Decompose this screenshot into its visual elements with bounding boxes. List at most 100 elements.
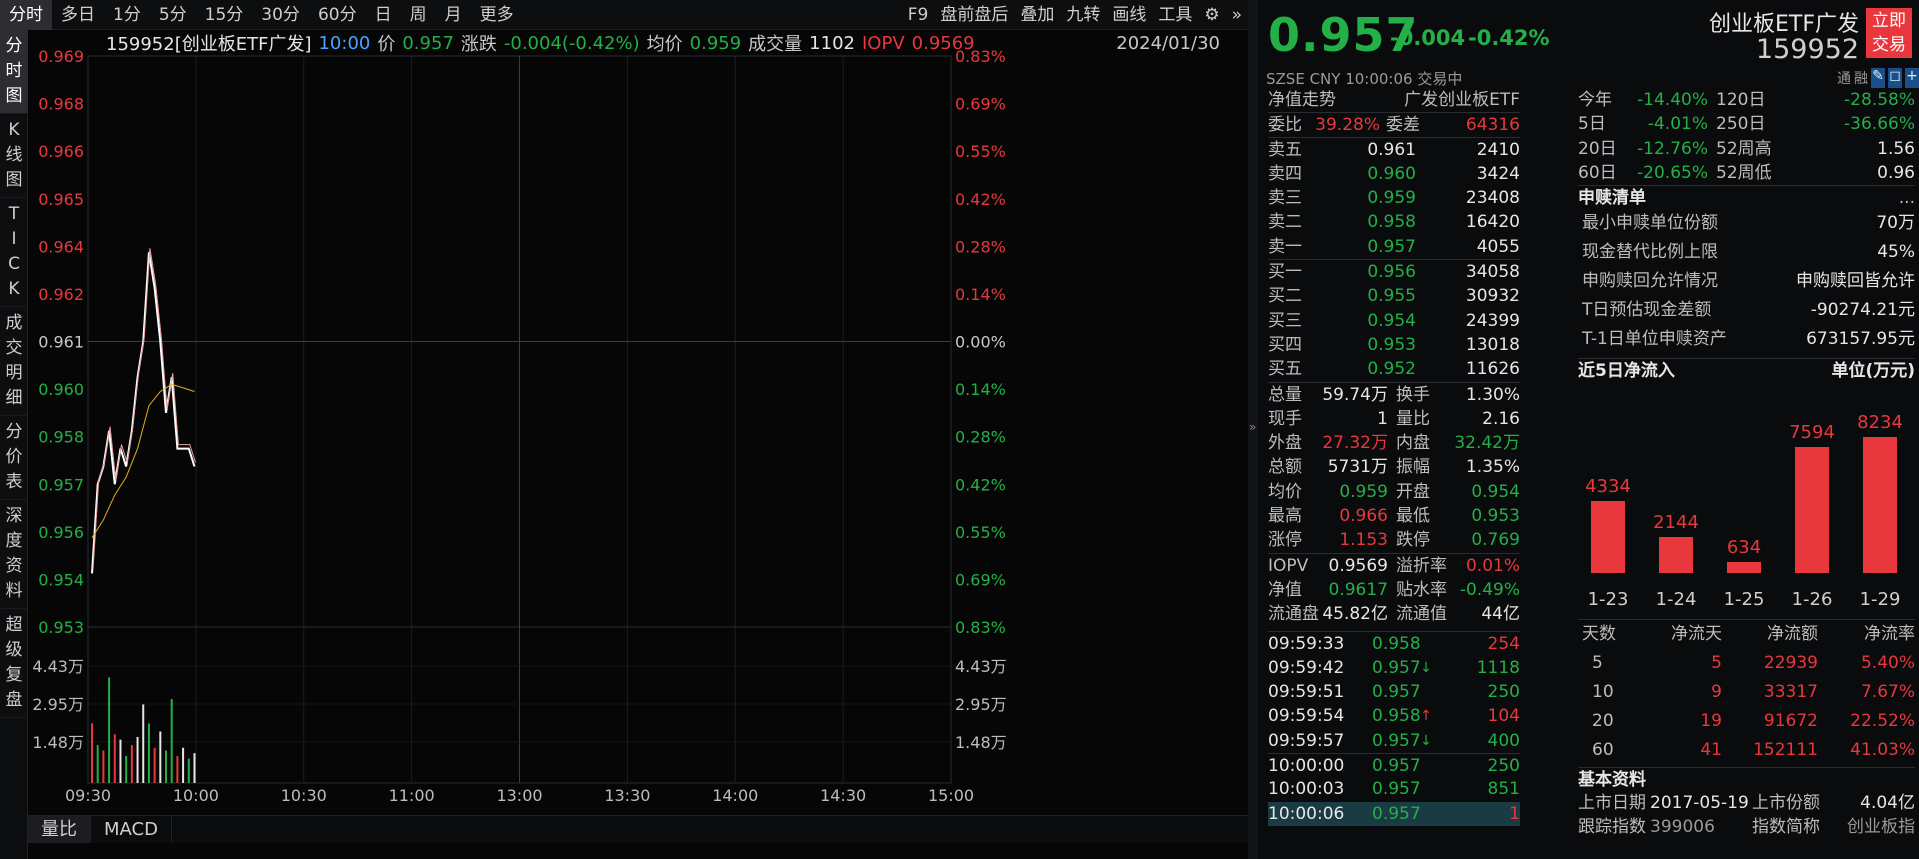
asks-volume: 16420 bbox=[1465, 212, 1520, 233]
tab-period-10[interactable]: 更多 bbox=[471, 0, 523, 30]
nav-header[interactable]: 净值走势 广发创业板ETF bbox=[1268, 88, 1520, 112]
inflow-day-label: 1-25 bbox=[1723, 588, 1765, 610]
tab-tool-3[interactable]: 九转 bbox=[1060, 0, 1106, 30]
sg-label: T-1日单位申赎资产 bbox=[1582, 329, 1727, 350]
flow-net-amount: 22939 bbox=[1763, 652, 1818, 673]
tick-price: 0.957 bbox=[1372, 803, 1421, 824]
perf-label: 20日 bbox=[1578, 138, 1617, 159]
x-tick: 10:30 bbox=[281, 786, 327, 805]
y-tick-left: 0.954 bbox=[38, 570, 84, 589]
tab-period-9[interactable]: 月 bbox=[436, 0, 471, 30]
tab-period-1[interactable]: 多日 bbox=[52, 0, 104, 30]
tab-tool-5[interactable]: 工具 bbox=[1152, 0, 1198, 30]
bids-label: 买四 bbox=[1268, 334, 1302, 355]
flow-net-amount: 152111 bbox=[1753, 739, 1818, 760]
left-nav-0[interactable]: 分时图 bbox=[0, 30, 28, 114]
indicator-tab-1[interactable]: MACD bbox=[91, 816, 172, 843]
collapse-arrow-icon[interactable]: » bbox=[1249, 420, 1256, 434]
intraday-chart: 159952[创业板ETF广发] 10:00 价 0.957 涨跌 -0.004… bbox=[28, 30, 1248, 815]
tab-tool-2[interactable]: 叠加 bbox=[1014, 0, 1060, 30]
flow-net-days: 5 bbox=[1711, 652, 1722, 673]
sg-value: 申购赎回皆允许 bbox=[1796, 271, 1915, 292]
tick-row[interactable]: 10:00:06 0.957 1 bbox=[1268, 801, 1520, 826]
volume-bar bbox=[119, 739, 122, 783]
tick-row[interactable]: 10:00:00 0.957 250 bbox=[1268, 753, 1520, 777]
y-tick-right: 0.14% bbox=[955, 285, 1006, 304]
tab-period-3[interactable]: 5分 bbox=[150, 0, 196, 30]
volume-bar bbox=[96, 745, 99, 783]
trade-now-button[interactable]: 立即交易 bbox=[1866, 8, 1912, 58]
bids-row[interactable]: 买五 0.952 11626 bbox=[1268, 357, 1520, 381]
sg-more-button[interactable]: ... bbox=[1899, 186, 1915, 209]
bids-row[interactable]: 买三 0.954 24399 bbox=[1268, 309, 1520, 333]
list-shares-label: 上市份额 bbox=[1752, 793, 1820, 814]
x-tick: 14:30 bbox=[820, 786, 866, 805]
left-nav-char: 复 bbox=[5, 665, 23, 685]
tab-period-0[interactable]: 分时 bbox=[0, 0, 52, 30]
left-nav-4[interactable]: 分价表 bbox=[0, 416, 28, 500]
perf-value: -28.58% bbox=[1844, 90, 1915, 110]
price-volume-plot[interactable]: 0.969 0.83% 0.968 0.69% 0.966 0.55% 0.965 0.42%… bbox=[28, 30, 1248, 815]
bids-row[interactable]: 买一 0.956 34058 bbox=[1268, 260, 1520, 284]
asks-row[interactable]: 卖三 0.959 23408 bbox=[1268, 186, 1520, 210]
tab-tool-1[interactable]: 盘前盘后 bbox=[934, 0, 1014, 30]
tick-row[interactable]: 09:59:54 0.958 ↑ 104 bbox=[1268, 704, 1520, 728]
fund-info: 今年 -14.40% 120日 -28.58% 5日 -4.01% 250日 -36.66% 2… bbox=[1578, 88, 1915, 840]
tick-row[interactable]: 10:00:03 0.957 851 bbox=[1268, 777, 1520, 801]
inflow-bar bbox=[1659, 537, 1693, 573]
add-icon[interactable]: + bbox=[1905, 68, 1919, 88]
tick-row[interactable]: 09:59:51 0.957 250 bbox=[1268, 680, 1520, 704]
edit-icon[interactable]: ✎ bbox=[1871, 68, 1885, 88]
tab-period-7[interactable]: 日 bbox=[366, 0, 401, 30]
left-nav-3[interactable]: 成交明细 bbox=[0, 307, 28, 416]
bids-row[interactable]: 买四 0.953 13018 bbox=[1268, 333, 1520, 357]
left-nav-6[interactable]: 超级复盘 bbox=[0, 609, 28, 718]
tick-row[interactable]: 09:59:57 0.957 ↓ 400 bbox=[1268, 729, 1520, 753]
list-date-label: 上市日期 bbox=[1578, 793, 1646, 814]
y-tick-right: 0.00% bbox=[955, 333, 1006, 352]
left-nav-char: C bbox=[8, 254, 20, 274]
flow-table-col-header: 天数 bbox=[1582, 623, 1616, 644]
tab-tool-4[interactable]: 画线 bbox=[1106, 0, 1152, 30]
indicator-tab-0[interactable]: 量比 bbox=[28, 816, 91, 843]
bids-label: 买一 bbox=[1268, 262, 1302, 283]
tab-period-8[interactable]: 周 bbox=[401, 0, 436, 30]
left-nav-1[interactable]: K线图 bbox=[0, 114, 28, 198]
tick-row[interactable]: 09:59:42 0.957 ↓ 1118 bbox=[1268, 656, 1520, 680]
stat-label: 量比 bbox=[1396, 408, 1430, 429]
left-nav-5[interactable]: 深度资料 bbox=[0, 500, 28, 609]
stat-label: 总额 bbox=[1268, 457, 1302, 478]
panel-divider[interactable]: » bbox=[1248, 0, 1258, 859]
tab-period-6[interactable]: 60分 bbox=[309, 0, 366, 30]
sg-header[interactable]: 申赎清单 ... bbox=[1578, 185, 1915, 209]
left-nav-2[interactable]: TICK bbox=[0, 198, 28, 307]
tong-label: 通 bbox=[1837, 71, 1851, 87]
asks-row[interactable]: 卖二 0.958 16420 bbox=[1268, 210, 1520, 234]
asks-row[interactable]: 卖一 0.957 4055 bbox=[1268, 235, 1520, 259]
tab-tool-0[interactable]: F9 bbox=[902, 0, 935, 30]
tab-period-2[interactable]: 1分 bbox=[104, 0, 150, 30]
performance-grid: 今年 -14.40% 120日 -28.58% 5日 -4.01% 250日 -36.66% 2… bbox=[1578, 88, 1915, 185]
bids-row[interactable]: 买二 0.955 30932 bbox=[1268, 284, 1520, 308]
flow-net-days: 41 bbox=[1700, 739, 1722, 760]
asks-row[interactable]: 卖五 0.961 2410 bbox=[1268, 138, 1520, 162]
sg-row: 申购赎回允许情况 申购赎回皆允许 bbox=[1578, 267, 1915, 296]
index-abbr-value: 创业板指 bbox=[1847, 817, 1915, 838]
tab-period-4[interactable]: 15分 bbox=[196, 0, 253, 30]
flow-title: 近5日净流入 bbox=[1578, 361, 1675, 382]
expand-right-icon[interactable]: » bbox=[1226, 0, 1248, 30]
settings-gear-icon[interactable]: ⚙ bbox=[1198, 0, 1225, 30]
tab-period-5[interactable]: 30分 bbox=[252, 0, 309, 30]
x-tick: 15:00 bbox=[928, 786, 974, 805]
stat-row: IOPV 0.9569 溢折率 0.01% bbox=[1268, 554, 1520, 578]
asks-row[interactable]: 卖四 0.960 3424 bbox=[1268, 162, 1520, 186]
weicha-label: 委差 bbox=[1386, 115, 1420, 136]
perf-value: -4.01% bbox=[1647, 114, 1708, 135]
tick-price: 0.957 bbox=[1372, 730, 1421, 751]
asks-label: 卖二 bbox=[1268, 212, 1302, 233]
left-nav-char: 超 bbox=[5, 615, 23, 635]
tick-row[interactable]: 09:59:33 0.958 254 bbox=[1268, 632, 1520, 656]
index-abbr-label: 指数简称 bbox=[1752, 817, 1820, 838]
window-icon[interactable]: ◻ bbox=[1888, 68, 1902, 88]
tick-arrow-icon bbox=[1418, 680, 1434, 704]
